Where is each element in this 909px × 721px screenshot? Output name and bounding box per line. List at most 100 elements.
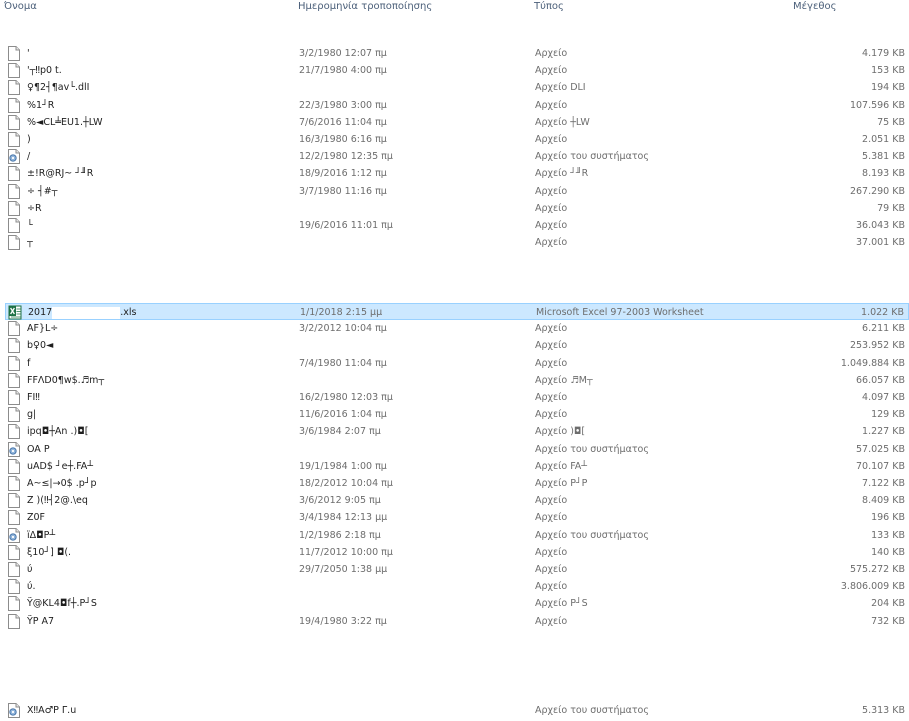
file-row[interactable]: Z )(‼┤2@.\eq 3/6/2012 9:05 πμ Αρχείο 8.409 … (5, 492, 909, 509)
file-date-modified: 16/2/1980 12:03 πμ (299, 392, 393, 403)
file-size: 5.313 KB (862, 705, 905, 716)
file-row[interactable]: uAD$ ┘e┼.FA┴ 19/1/1984 1:00 πμ Αρχείο FA┴ 7… (5, 458, 909, 475)
file-name: X‼A♂P Γ.u (27, 705, 77, 716)
file-size: 140 KB (871, 546, 905, 558)
file-row[interactable]: ±!R@RJ~ ┘╜R 18/9/2016 1:12 πμ Αρχείο ┘╜R 8.… (5, 165, 909, 182)
file-name: ) (27, 134, 31, 145)
file-icon (7, 132, 21, 147)
file-row[interactable]: g| 11/6/2016 1:04 πμ Αρχείο 129 KB (5, 406, 909, 423)
file-size: 129 KB (871, 409, 905, 421)
file-size: 194 KB (871, 82, 905, 94)
file-date-modified (299, 200, 529, 217)
file-date-modified (299, 372, 529, 389)
file-size: 253.952 KB (849, 340, 905, 352)
file-row[interactable]: ύ. Αρχείο 3.806.009 KB (5, 578, 909, 595)
file-name: %1┘R (27, 99, 55, 111)
file-name: ♀¶2┤¶av└.dlI (27, 82, 90, 94)
file-icon (7, 476, 21, 491)
file-date-modified (299, 337, 529, 354)
file-row[interactable]: A~≤|→0$ .p┘p 18/2/2012 10:04 πμ Αρχείο P┘P… (5, 475, 909, 492)
file-row[interactable]: %1┘R 22/3/1980 3:00 πμ Αρχείο 107.596 KB (5, 97, 909, 114)
file-row[interactable]: ' 3/2/1980 12:07 πμ Αρχείο 4.179 KB (5, 45, 909, 62)
file-icon (7, 184, 21, 199)
file-type: Αρχείο (535, 495, 568, 507)
file-name-prefix: 2017 (28, 307, 53, 318)
file-row[interactable]: ÷ ┤#┬ 3/7/1980 11:16 πμ Αρχείο 267.290 KB (5, 183, 909, 200)
file-icon (7, 218, 21, 233)
file-name: OA P (27, 443, 50, 455)
file-row[interactable]: AF}L÷ 3/2/2012 10:04 πμ Αρχείο 6.211 KB (5, 320, 909, 337)
file-date-modified: 18/9/2016 1:12 πμ (299, 168, 387, 180)
file-list: ' 3/2/1980 12:07 πμ Αρχείο 4.179 KB '┬‼p0 t.… (0, 0, 909, 720)
file-type: Αρχείο του συστήματος (535, 529, 649, 541)
file-icon (7, 115, 21, 130)
file-size: 2.051 KB (862, 134, 905, 145)
file-type: Αρχείο (535, 99, 568, 111)
file-row[interactable]: %◄CL╧EU1.┼LW 7/6/2016 11:04 πμ Αρχείο ┼LW 7… (5, 114, 909, 131)
file-row[interactable]: FFΛD0¶w$.♬m┬ Αρχείο ♬M┬ 66.057 KB (5, 372, 909, 389)
file-row[interactable]: Ÿ@KL4◘f┼.P┘S Αρχείο P┘S 204 KB (5, 595, 909, 612)
excel-file-icon (8, 305, 22, 320)
file-date-modified (299, 578, 529, 595)
file-row[interactable]: ÷R Αρχείο 79 KB (5, 200, 909, 217)
file-row[interactable]: X‼A♂P Γ.u Αρχείο του συστήματος 5.313 KB (5, 702, 909, 719)
file-row[interactable]: Z0F 3/4/1984 12:13 μμ Αρχείο 196 KB (5, 509, 909, 526)
file-row[interactable]: ξ10┘] ◘(. 11/7/2012 10:00 πμ Αρχείο 140 KB (5, 544, 909, 561)
file-row[interactable]: OA P Αρχείο του συστήματος 57.025 KB (5, 441, 909, 458)
file-name: %◄CL╧EU1.┼LW (27, 116, 103, 128)
file-name: ύ. (27, 581, 36, 593)
file-row[interactable]: ) 16/3/1980 6:16 πμ Αρχείο 2.051 KB (5, 131, 909, 148)
file-icon (7, 596, 21, 611)
file-icon (7, 510, 21, 525)
file-icon (7, 218, 21, 233)
file-row[interactable]: ♀¶2┤¶av└.dlI Αρχείο DLI 194 KB (5, 79, 909, 96)
file-date-modified: 18/2/2012 10:04 πμ (299, 478, 393, 489)
file-type: Αρχείο (535, 323, 568, 335)
file-name: ÷R (27, 202, 42, 214)
file-row[interactable]: f 7/4/1980 11:04 πμ Αρχείο 1.049.884 KB (5, 355, 909, 372)
file-type: Αρχείο P┘S (535, 598, 588, 610)
file-date-modified: 19/6/2016 11:01 πμ (299, 220, 393, 231)
file-row[interactable]: / 12/2/1980 12:35 πμ Αρχείο του συστήματος… (5, 148, 909, 165)
file-icon (7, 493, 21, 508)
file-row[interactable]: ┬ Αρχείο 37.001 KB (5, 234, 909, 251)
file-type: Αρχείο (535, 512, 568, 524)
file-type: Αρχείο ♬M┬ (535, 374, 593, 386)
file-icon (7, 493, 21, 508)
file-type: Αρχείο (535, 134, 568, 145)
file-date-modified: 22/3/1980 3:00 πμ (299, 99, 387, 111)
file-row[interactable]: '┬‼p0 t. 21/7/1980 4:00 πμ Αρχείο 153 KB (5, 62, 909, 79)
file-name: FFΛD0¶w$.♬m┬ (27, 374, 105, 386)
file-date-modified: 16/3/1980 6:16 πμ (299, 134, 387, 145)
file-row[interactable]: └ 19/6/2016 11:01 πμ Αρχείο 36.043 KB (5, 217, 909, 234)
file-row[interactable]: b♀0◄ Αρχείο 253.952 KB (5, 337, 909, 354)
file-row[interactable]: ύ 29/7/2050 1:38 μμ Αρχείο 575.272 KB (5, 561, 909, 578)
file-date-modified (299, 234, 529, 251)
file-type: Αρχείο (535, 340, 568, 352)
file-row[interactable]: ïΔ◘P┴ 1/2/1986 2:18 πμ Αρχείο του συστήματ… (5, 527, 909, 544)
file-size: 3.806.009 KB (840, 581, 905, 593)
file-icon (7, 184, 21, 199)
file-name: f (27, 357, 31, 369)
file-icon (7, 115, 21, 130)
file-size: 204 KB (871, 598, 905, 610)
file-size: 8.409 KB (862, 495, 905, 507)
file-size: 75 KB (877, 116, 905, 128)
file-date-modified: 7/4/1980 11:04 πμ (299, 357, 387, 369)
file-row[interactable]: ŸP A7 19/4/1980 3:22 πμ Αρχείο 732 KB (5, 613, 909, 630)
file-type: Αρχείο (535, 392, 568, 403)
file-icon (7, 510, 21, 525)
file-icon (7, 545, 21, 560)
file-row[interactable]: 2017 .xls 1/1/2018 2:15 μμ Microsoft Excel … (5, 303, 909, 320)
system-file-icon (7, 442, 21, 457)
file-icon (7, 166, 21, 181)
file-type: Αρχείο του συστήματος (535, 705, 649, 716)
file-date-modified: 3/2/2012 10:04 πμ (299, 323, 387, 335)
file-icon (7, 201, 21, 216)
file-row[interactable]: ipq◘┼An .)◘[3/6/1984 2:07 πμ Αρχείο )◘[1.… (5, 423, 909, 440)
file-row[interactable]: FI‼ 16/2/1980 12:03 πμ Αρχείο 4.097 KB (5, 389, 909, 406)
file-size: 4.179 KB (862, 48, 905, 59)
file-date-modified: 19/4/1980 3:22 πμ (299, 615, 387, 627)
file-date-modified (299, 441, 529, 458)
file-size: 57.025 KB (855, 443, 905, 455)
